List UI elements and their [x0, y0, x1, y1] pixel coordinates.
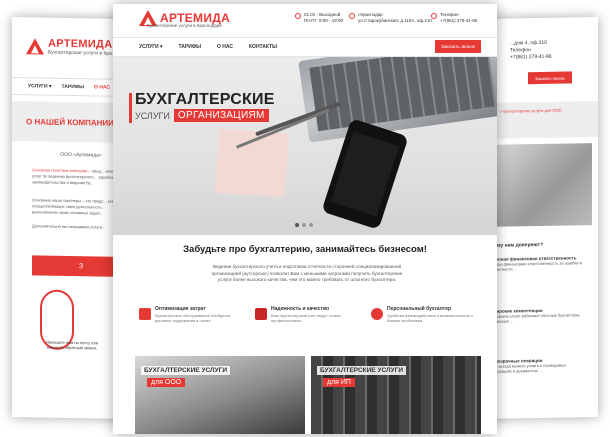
right-phone-block: ...дом 4, оф.210 Телефон +7(861) 279-41-… — [510, 40, 552, 62]
feature-text: Бухгалтерское обслуживание обойдется деш… — [155, 313, 231, 323]
left-nav-about[interactable]: О НАС — [94, 84, 110, 90]
cost-icon — [139, 308, 151, 320]
left-para1-red: Основная политика компании — [32, 167, 88, 174]
phone-number[interactable]: +7(861) 279-41-86 — [440, 18, 477, 24]
address-text: г.Краснодар ул.Старокубанская, д.118А, о… — [358, 12, 432, 23]
site-header: АРТЕМИДА Бухгалтерские услуги в Краснода… — [113, 4, 497, 36]
slider-dot[interactable] — [302, 223, 306, 227]
left-nav-services[interactable]: УСЛУГИ ▾ — [28, 83, 52, 89]
hours-text: 01.01 - Выходной Пн-Пт: 9:00 - 18:00 — [304, 12, 344, 23]
hero-banner: БУХГАЛТЕРСКИЕ УСЛУГИ ОРГАНИЗАЦИЯМ — [113, 57, 497, 235]
feature-title: Оптимизация затрат — [155, 306, 206, 312]
card-ip[interactable]: БУХГАЛТЕРСКИЕ УСЛУГИ для ИП — [311, 356, 481, 434]
feature-title: Надежность и качество — [271, 306, 330, 312]
right-why-heading: ...ему нам доверяют? — [490, 241, 544, 249]
clock-icon — [295, 13, 301, 19]
nav-services[interactable]: УСЛУГИ ▾ — [139, 44, 163, 50]
hero-subtitle: УСЛУГИ ОРГАНИЗАЦИЯМ — [135, 109, 269, 122]
header-phone: Телефон +7(861) 279-41-86 — [431, 12, 477, 24]
section-title: Забудьте про бухгалтерию, занимайтесь би… — [183, 244, 427, 255]
main-page: АРТЕМИДА Бухгалтерские услуги в Краснода… — [113, 4, 497, 434]
logo-triangle-icon — [26, 38, 44, 55]
slider-dot[interactable] — [309, 223, 313, 227]
left-nav-tariffs[interactable]: ТАРИФЫ — [62, 84, 84, 90]
right-reason-1: Полная финансовая ответственность Наша ф… — [492, 255, 586, 272]
hero-title: БУХГАЛТЕРСКИЕ — [135, 91, 275, 108]
card-tag: для ООО — [147, 378, 186, 387]
card-label: БУХГАЛТЕРСКИЕ УСЛУГИ — [141, 366, 230, 375]
right-phone[interactable]: +7(861) 279-41-86 — [510, 54, 552, 62]
right-office-photo — [486, 143, 592, 227]
reason-text: Вы всегда можете узнать о проводимых опе… — [492, 362, 567, 374]
feature-title: Персональный бухгалтер — [387, 306, 452, 312]
hero-subtitle-red: ОРГАНИЗАЦИЯМ — [173, 109, 269, 122]
slider-dot[interactable] — [295, 223, 299, 227]
hero-subtitle-gray: УСЛУГИ — [135, 110, 170, 121]
nav-contacts[interactable]: КОНТАКТЫ — [249, 44, 277, 50]
laptop-image — [298, 57, 497, 143]
reason-text: В нашем штате работают опытные бухгалтер… — [492, 312, 581, 324]
right-breadcrumb[interactable]: » Бухгалтерские услуги для ООО — [480, 100, 598, 140]
people-icon — [371, 308, 383, 320]
right-reason-2: Широкие компетенции В нашем штате работа… — [492, 307, 586, 324]
right-reason-3: Прозрачные операции Вы всегда можете узн… — [492, 357, 586, 374]
right-call-button[interactable]: Заказать звонок — [528, 71, 572, 85]
left-logo-tagline: Бухгалтерские услуги в Кра... — [48, 49, 117, 57]
card-ooo[interactable]: БУХГАЛТЕРСКИЕ УСЛУГИ для ООО — [135, 356, 305, 434]
card-tag: для ИП — [323, 378, 355, 387]
card-label: БУХГАЛТЕРСКИЕ УСЛУГИ — [317, 366, 406, 375]
left-logo[interactable]: АРТЕМИДА Бухгалтерские услуги в Кра... — [26, 37, 116, 57]
section-text: Ведение бухгалтерского учета и подготовк… — [211, 264, 403, 282]
phone-icon — [431, 13, 437, 19]
logo-tagline: Бухгалтерские услуги в Краснодаре — [147, 23, 222, 28]
briefcase-icon — [255, 308, 267, 320]
location-icon — [349, 13, 355, 19]
nav-tariffs[interactable]: ТАРИФЫ — [179, 44, 201, 50]
feature-text: Ваш бухгалтерский учет ведут только проф… — [271, 313, 341, 323]
reason-text: Наша финансовая ответственность за ошибк… — [492, 260, 582, 272]
slider-dots — [295, 223, 313, 227]
header-hours: 01.01 - Выходной Пн-Пт: 9:00 - 18:00 — [295, 12, 343, 24]
feature-text: Удобство взаимодействия и внимательность… — [387, 313, 474, 323]
header-address: г.Краснодар ул.Старокубанская, д.118А, о… — [349, 12, 432, 24]
order-call-button[interactable]: Заказать звонок — [435, 40, 481, 53]
nav-about[interactable]: О НАС — [217, 44, 233, 50]
left-phone-caption: Напишите нам на почту или закажите обрат… — [45, 339, 99, 351]
right-page-preview: ...дом 4, оф.210 Телефон +7(861) 279-41-… — [480, 16, 598, 420]
hero-accent-bar — [129, 93, 132, 123]
